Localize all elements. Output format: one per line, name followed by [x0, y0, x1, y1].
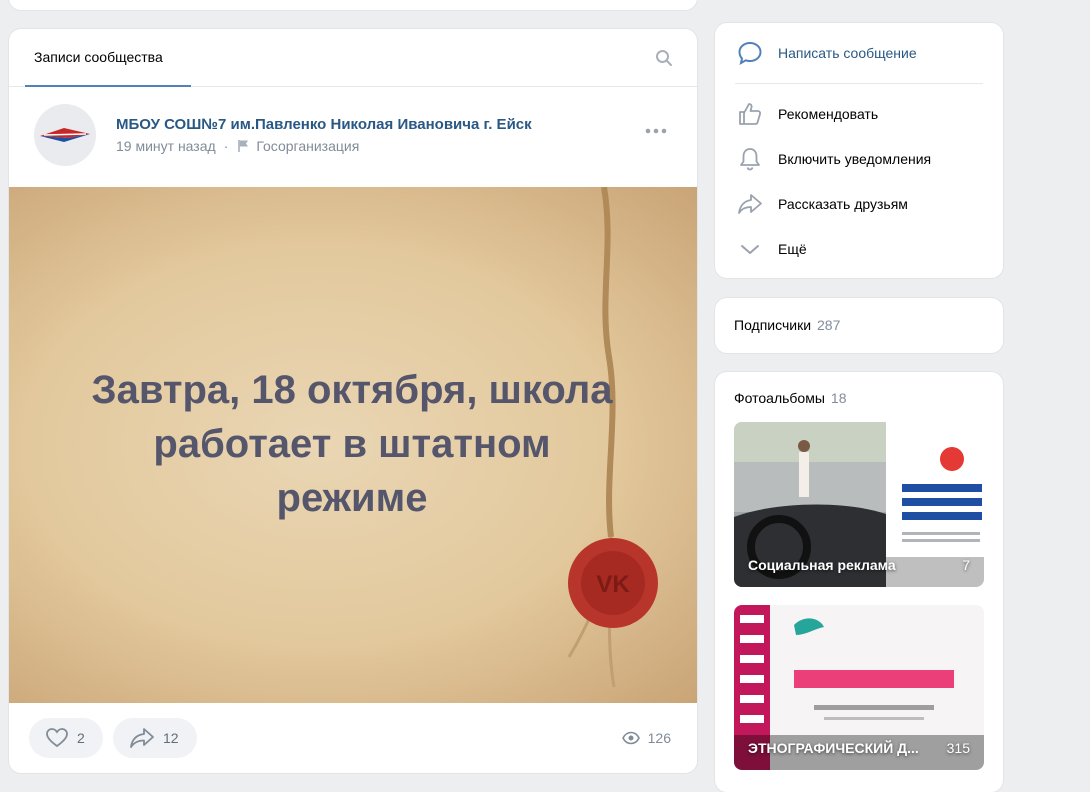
share-icon — [738, 194, 762, 214]
subscribers-block[interactable]: Подписчики 287 — [715, 298, 1003, 353]
share-arrow-icon — [130, 728, 154, 748]
post-image-text: Завтра, 18 октября, школа работает в шта… — [49, 363, 655, 525]
more-options-icon[interactable] — [645, 127, 667, 135]
svg-text:VK: VK — [596, 571, 630, 598]
write-message-button[interactable]: Написать сообщение — [737, 40, 917, 66]
post-author[interactable]: МБОУ СОШ№7 им.Павленко Николая Ивановича… — [116, 116, 532, 133]
image-text-line-2: работает в штатном — [153, 422, 551, 466]
album-count: 7 — [962, 557, 970, 573]
post-meta: 19 минут назад · Госорганизация — [116, 138, 359, 154]
tell-friends-button[interactable]: Рассказать друзьям — [737, 191, 908, 217]
heart-icon — [46, 728, 68, 748]
recommend-button[interactable]: Рекомендовать — [737, 101, 878, 127]
post-org-type: Госорганизация — [256, 138, 360, 154]
album-ethnographic[interactable]: ЭТНОГРАФИЧЕСКИЙ Д... 315 — [734, 605, 984, 770]
action-label: Рекомендовать — [778, 106, 879, 122]
meta-separator: · — [223, 138, 229, 154]
like-button[interactable]: 2 — [29, 718, 103, 758]
post-header: МБОУ СОШ№7 им.Павленко Николая Ивановича… — [9, 87, 697, 187]
flag-icon — [238, 140, 249, 152]
share-button[interactable]: 12 — [113, 718, 197, 758]
community-wall: Записи сообщества МБОУ СОШ№7 им.Павленко… — [9, 29, 697, 773]
album-title: Социальная реклама — [748, 557, 896, 573]
albums-label: Фотоальбомы — [734, 390, 825, 406]
wall-header: Записи сообщества — [9, 29, 697, 87]
albums-count: 18 — [830, 390, 847, 406]
community-actions: Написать сообщение Рекомендовать Включит… — [715, 23, 1003, 278]
action-label: Написать сообщение — [778, 45, 917, 61]
album-count: 315 — [946, 740, 970, 756]
image-text-line-3: режиме — [276, 476, 428, 520]
action-label: Рассказать друзьям — [778, 196, 908, 212]
search-icon[interactable] — [655, 49, 673, 67]
views-counter: 126 — [621, 730, 671, 746]
divider — [735, 83, 983, 84]
share-count: 12 — [163, 730, 179, 746]
more-button[interactable]: Ещё — [737, 236, 807, 262]
bell-icon — [740, 148, 760, 171]
tab-community-posts[interactable]: Записи сообщества — [34, 49, 163, 65]
post-image[interactable]: VK Завтра, 18 октября, школа работает в … — [9, 187, 697, 703]
album-title: ЭТНОГРАФИЧЕСКИЙ Д... — [748, 740, 919, 756]
previous-card — [9, 0, 697, 10]
photo-albums-block: Фотоальбомы 18 Социальная реклама 7 ЭТНО… — [715, 372, 1003, 792]
thumbs-up-icon — [739, 103, 762, 125]
albums-title[interactable]: Фотоальбомы 18 — [734, 390, 846, 406]
avatar[interactable] — [34, 104, 96, 166]
action-label: Ещё — [778, 241, 807, 257]
post-time[interactable]: 19 минут назад — [116, 138, 216, 154]
album-caption: ЭТНОГРАФИЧЕСКИЙ Д... 315 — [748, 740, 970, 756]
album-caption: Социальная реклама 7 — [748, 557, 970, 573]
image-text-line-1: Завтра, 18 октября, школа — [91, 368, 613, 412]
view-count: 126 — [647, 730, 671, 746]
like-count: 2 — [77, 730, 85, 746]
subscribers-label: Подписчики — [734, 317, 812, 333]
chevron-down-icon — [741, 245, 759, 254]
action-label: Включить уведомления — [778, 151, 932, 167]
subscribers-title[interactable]: Подписчики 287 — [734, 317, 840, 333]
notifications-toggle[interactable]: Включить уведомления — [737, 146, 931, 172]
subscribers-count: 287 — [817, 317, 841, 333]
album-social-ads[interactable]: Социальная реклама 7 — [734, 422, 984, 587]
message-icon — [738, 41, 762, 65]
post-footer: 2 12 126 — [9, 703, 697, 773]
school-logo-icon — [40, 128, 90, 142]
eye-icon — [621, 731, 640, 745]
